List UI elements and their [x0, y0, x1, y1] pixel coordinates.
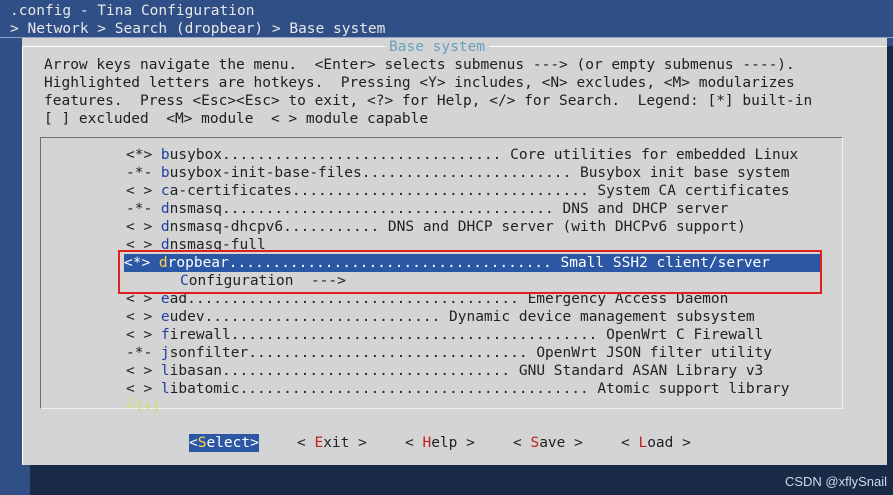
help-text-line: Arrow keys navigate the menu. <Enter> se… [44, 57, 795, 73]
menu-item-busybox[interactable]: <*> busybox.............................… [126, 146, 798, 164]
item-mark: -*- [126, 165, 161, 181]
item-hotkey: f [160, 327, 170, 343]
item-label: udev........................... [169, 309, 450, 325]
item-mark: < > [126, 183, 161, 199]
menu-item-busybox-init-base-files[interactable]: -*- busybox-init-base-files.............… [126, 164, 789, 182]
dialog-shadow [30, 465, 893, 495]
button-label: elp > [431, 435, 475, 451]
item-description: Core utilities for embedded Linux [510, 147, 799, 163]
item-label: usybox-init-base-files..................… [169, 165, 580, 181]
item-hotkey: b [160, 165, 170, 181]
menu-item-eudev[interactable]: < > eudev........................... Dyn… [126, 308, 755, 326]
item-label: ibasan................................. [169, 363, 519, 379]
item-description: GNU Standard ASAN Library v3 [518, 363, 764, 379]
item-description: OpenWrt JSON filter utility [536, 345, 773, 361]
help-text-line: [ ] excluded <M> module < > module capab… [44, 111, 429, 127]
menu-item-dnsmasq-dhcpv6[interactable]: < > dnsmasq-dhcpv6........... DNS and DH… [126, 218, 746, 236]
scroll-more-indicator[interactable]: ┴(+) [126, 398, 161, 416]
button-bracket: < [621, 435, 639, 451]
dialog-title: Base system [385, 38, 490, 56]
button-hotkey: E [314, 435, 324, 451]
button-bracket: < [189, 435, 198, 451]
item-mark: < > [126, 381, 161, 397]
button-bar: <Select> < Exit > < Help > < Save > < Lo… [0, 434, 893, 452]
button-hotkey: L [638, 435, 648, 451]
item-hotkey: b [160, 147, 170, 163]
item-description: Atomic support library [597, 381, 790, 397]
button-label: elect> [206, 435, 259, 451]
button-bracket: < [405, 435, 423, 451]
menu-item-libatomic[interactable]: < > libatomic...........................… [126, 380, 789, 398]
help-button[interactable]: < Help > [405, 434, 475, 452]
item-label: nsmasq-dhcpv6........... [169, 219, 388, 235]
load-button[interactable]: < Load > [621, 434, 691, 452]
button-label: oad > [647, 435, 691, 451]
item-mark: <*> [126, 147, 161, 163]
help-text-line: features. Press <Esc><Esc> to exit, <?> … [44, 93, 813, 109]
item-description: Busybox init base system [579, 165, 790, 181]
item-mark: < > [126, 309, 161, 325]
item-label: irewall.................................… [169, 327, 607, 343]
item-mark: -*- [126, 345, 161, 361]
window-title: .config - Tina Configuration [10, 3, 255, 19]
button-label: ave > [539, 435, 583, 451]
item-label: nsmasq..................................… [169, 201, 563, 217]
menu-item-dnsmasq[interactable]: -*- dnsmasq.............................… [126, 200, 728, 218]
item-label: ibatomic................................… [169, 381, 598, 397]
save-button[interactable]: < Save > [513, 434, 583, 452]
dialog-shadow [887, 46, 893, 473]
item-label: a-certificates..........................… [169, 183, 598, 199]
help-text-line: Highlighted letters are hotkeys. Pressin… [44, 75, 795, 91]
menu-item-jsonfilter[interactable]: -*- jsonfilter..........................… [126, 344, 772, 362]
item-hotkey: d [160, 201, 170, 217]
button-hotkey: H [422, 435, 432, 451]
breadcrumb: > Network > Search (dropbear) > Base sys… [10, 21, 386, 37]
watermark: CSDN @xflySnail [784, 474, 887, 489]
item-mark: -*- [126, 201, 161, 217]
item-description: System CA certificates [597, 183, 790, 199]
item-mark: < > [126, 327, 161, 343]
item-description: DNS and DHCP server (with DHCPv6 support… [387, 219, 746, 235]
exit-button[interactable]: < Exit > [297, 434, 367, 452]
item-mark: < > [126, 219, 161, 235]
item-hotkey: e [160, 309, 170, 325]
item-mark: < > [126, 363, 161, 379]
item-label: sonfilter...............................… [169, 345, 537, 361]
button-label: xit > [323, 435, 367, 451]
dialog-border [22, 46, 23, 465]
item-hotkey: d [160, 219, 170, 235]
button-bracket: < [513, 435, 531, 451]
select-button[interactable]: <Select> [189, 434, 259, 452]
menu-item-firewall[interactable]: < > firewall............................… [126, 326, 763, 344]
item-description: Dynamic device management subsystem [449, 309, 755, 325]
item-hotkey: c [160, 183, 170, 199]
menu-item-ca-certificates[interactable]: < > ca-certificates.....................… [126, 182, 789, 200]
menu-item-libasan[interactable]: < > libasan.............................… [126, 362, 763, 380]
item-hotkey: j [160, 345, 170, 361]
button-bracket: < [297, 435, 315, 451]
highlight-annotation-frame [118, 250, 822, 294]
item-label: usybox................................ [169, 147, 511, 163]
item-hotkey: l [160, 381, 170, 397]
item-description: DNS and DHCP server [562, 201, 729, 217]
button-hotkey: S [530, 435, 540, 451]
item-description: OpenWrt C Firewall [606, 327, 764, 343]
item-hotkey: l [160, 363, 170, 379]
